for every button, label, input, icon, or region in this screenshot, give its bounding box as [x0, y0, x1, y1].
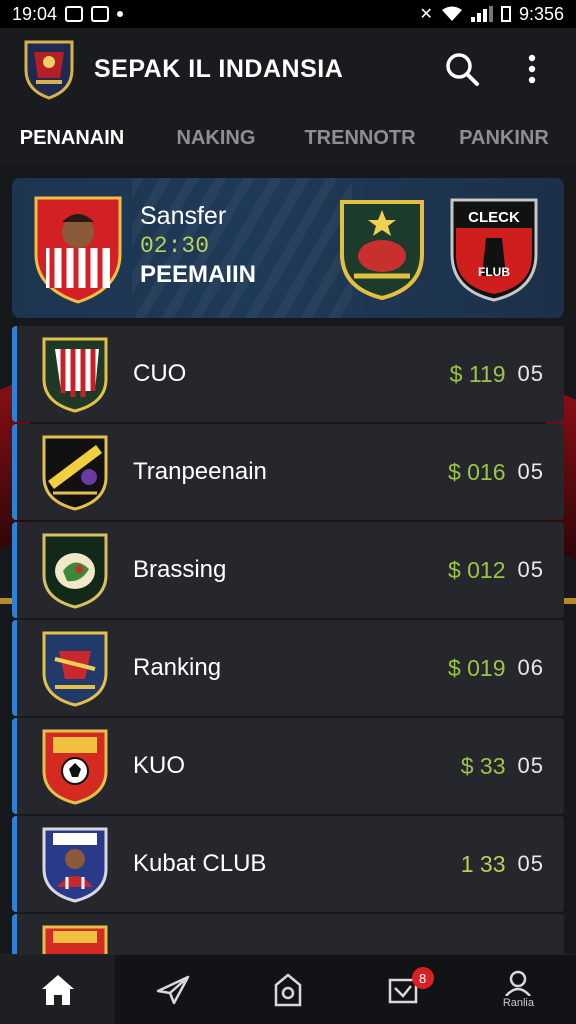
tab-penanain[interactable]: PENANAIN [0, 127, 144, 150]
status-left: 19:04 [12, 3, 124, 25]
list-item[interactable]: Ranking $ 019 06 [12, 620, 564, 716]
club-crest-icon [42, 925, 108, 954]
club-crest-icon [42, 337, 108, 413]
status-time: 19:04 [12, 3, 58, 24]
featured-card[interactable]: Sansfer 02:30 PEEMAIIN CLECK FLUB [12, 178, 564, 318]
club-crest-icon [42, 729, 108, 805]
club-name: Tranpeenain [133, 458, 267, 485]
battery-icon [500, 6, 511, 22]
list-item[interactable]: CUO $ 119 05 [12, 326, 564, 422]
club-value: $ 33 [460, 752, 506, 779]
club-name: Kubat CLUB [133, 850, 267, 877]
club-count: 05 [517, 557, 544, 582]
club-crest-icon [42, 631, 108, 707]
notification-icon [65, 6, 84, 22]
nav-inbox[interactable]: 8 [346, 955, 461, 1024]
club-crest-icon [24, 40, 74, 100]
list-item[interactable]: Brassing $ 012 05 [12, 522, 564, 618]
search-button[interactable] [438, 45, 486, 93]
list-item[interactable]: Kubat CLUB 1 33 05 [12, 816, 564, 912]
club-count: 05 [517, 753, 544, 778]
status-right: ✕ 9:356 [420, 4, 564, 25]
dot-icon [117, 11, 124, 17]
club-name: CUO [133, 360, 187, 387]
status-clock: 9:356 [518, 3, 564, 24]
more-menu-button[interactable] [508, 45, 556, 93]
nav-send[interactable] [115, 955, 230, 1024]
featured-texts: Sansfer 02:30 PEEMAIIN [140, 202, 256, 289]
nav-profile[interactable]: Ranlia [461, 955, 576, 1024]
tab-trennotr[interactable]: TRENNOTR [288, 127, 432, 150]
club-count: 05 [517, 851, 544, 876]
list-item[interactable] [12, 914, 564, 954]
status-bar: 19:04 ✕ 9:356 [0, 0, 576, 28]
club-crest-icon [42, 533, 108, 609]
notification-badge: 8 [411, 967, 434, 989]
nav-shop[interactable] [230, 955, 345, 1024]
profile-label: Ranlia [502, 997, 534, 1009]
profile-group: Ranlia [503, 970, 534, 1009]
club-crest-icon [340, 200, 424, 300]
club-value: 1 33 [460, 850, 506, 877]
badge-text: CLECK [468, 209, 520, 226]
club-name: Ranking [133, 654, 222, 681]
profile-icon [505, 970, 532, 996]
tab-naking[interactable]: NAKING [144, 127, 288, 150]
wifi-icon [441, 6, 462, 21]
club-value: $ 012 [447, 556, 506, 583]
signal-icon [470, 6, 493, 22]
tab-pankinr[interactable]: PANKINR [432, 127, 576, 150]
bottom-nav: 8 Ranlia [0, 954, 576, 1024]
featured-time: 02:30 [140, 233, 210, 259]
list-item[interactable]: Tranpeenain $ 016 05 [12, 424, 564, 520]
player-badge-icon [34, 196, 122, 304]
mute-icon: ✕ [419, 6, 433, 23]
more-vertical-icon [528, 54, 536, 84]
club-count: 05 [517, 459, 544, 484]
club-list: CUO $ 119 05 Tranpeenain $ 016 05 Brassi… [12, 326, 564, 954]
club-crest-icon [42, 827, 108, 903]
list-item[interactable]: KUO $ 33 05 [12, 718, 564, 814]
club-name: KUO [133, 752, 186, 779]
home-icon [41, 974, 74, 1005]
tab-bar: PENANAIN NAKING TRENNOTR PANKINR [0, 110, 576, 166]
featured-name: Sansfer [140, 202, 227, 230]
club-value: $ 016 [447, 458, 506, 485]
club-value: $ 119 [449, 360, 506, 387]
shop-icon [274, 972, 302, 1006]
nav-home[interactable] [0, 955, 116, 1024]
featured-subtitle: PEEMAIIN [140, 261, 257, 288]
club-name: Brassing [133, 556, 227, 583]
app-title: SEPAK IL INDANSIA [94, 54, 344, 83]
club-crest-icon: CLECK FLUB [450, 198, 538, 302]
search-icon [446, 53, 479, 86]
club-value: $ 019 [447, 654, 506, 681]
club-count: 05 [517, 361, 544, 386]
app-header: SEPAK IL INDANSIA [0, 28, 576, 110]
notification-icon [91, 6, 110, 22]
club-crest-icon [42, 435, 108, 511]
club-count: 06 [517, 655, 544, 680]
badge-text: FLUB [478, 265, 510, 279]
send-icon [156, 975, 190, 1004]
